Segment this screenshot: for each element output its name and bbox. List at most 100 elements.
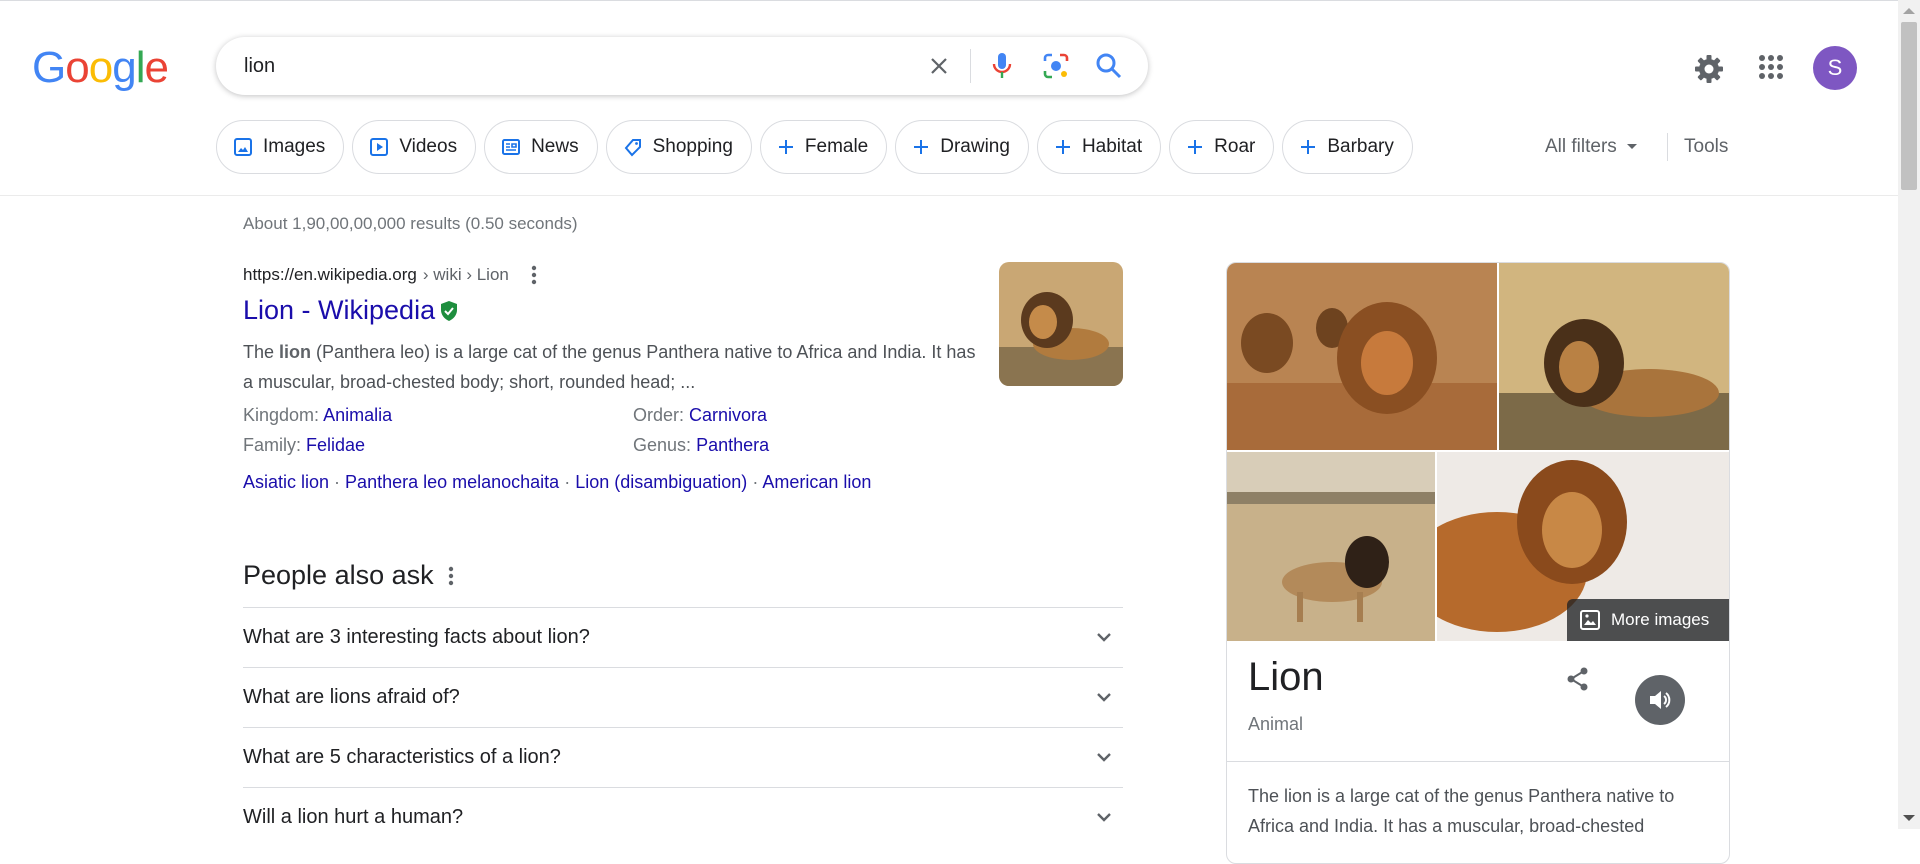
- plus-icon: [1054, 138, 1072, 156]
- search-icon[interactable]: [1094, 51, 1124, 81]
- result-title-link[interactable]: Lion - Wikipedia: [243, 295, 459, 326]
- apps-grid-icon[interactable]: [1757, 53, 1785, 81]
- chip-female[interactable]: Female: [759, 120, 888, 174]
- chip-label: Female: [804, 136, 869, 157]
- kp-description: The lion is a large cat of the genus Pan…: [1248, 786, 1675, 836]
- attribute-order: Order: Carnivora: [633, 405, 767, 426]
- paa-question-row[interactable]: Will a lion hurt a human?: [243, 787, 1123, 847]
- chip-videos[interactable]: Videos: [352, 120, 477, 174]
- plus-icon: [1186, 138, 1204, 156]
- chevron-down-icon[interactable]: [1095, 806, 1113, 829]
- scroll-down-arrow-icon[interactable]: [1903, 815, 1915, 821]
- result-snippet: The lion (Panthera leo) is a large cat o…: [243, 337, 983, 397]
- paa-question-text: Will a lion hurt a human?: [243, 806, 464, 828]
- chevron-down-icon[interactable]: [1095, 686, 1113, 709]
- search-box[interactable]: lion: [216, 37, 1148, 95]
- result-sublinks: Asiatic lion · Panthera leo melanochaita…: [243, 472, 871, 493]
- sublink[interactable]: American lion: [762, 472, 871, 492]
- chip-label: Drawing: [940, 136, 1010, 157]
- scroll-up-arrow-icon[interactable]: [1903, 8, 1915, 14]
- audio-speaker-button[interactable]: [1635, 675, 1685, 725]
- verified-shield-icon: [441, 300, 458, 321]
- page-scrollbar[interactable]: [1898, 0, 1920, 829]
- paa-question-text: What are 3 interesting facts about lion?: [243, 626, 590, 648]
- camera-lens-icon[interactable]: [1041, 51, 1071, 81]
- google-logo[interactable]: Google: [32, 43, 169, 92]
- result-thumbnail-lion[interactable]: [999, 262, 1123, 386]
- logo-letter: G: [32, 43, 66, 92]
- attribute-link[interactable]: Panthera: [696, 435, 769, 455]
- chip-drawing[interactable]: Drawing: [895, 120, 1029, 174]
- chip-images[interactable]: Images: [216, 120, 345, 174]
- more-images-button[interactable]: More images: [1567, 599, 1729, 641]
- more-options-icon[interactable]: [448, 566, 454, 586]
- share-icon[interactable]: [1564, 665, 1592, 698]
- sublink-separator: ·: [559, 472, 576, 492]
- kp-image-lion-savanna[interactable]: [1227, 452, 1435, 641]
- image-icon: [1580, 610, 1600, 630]
- paa-question-row[interactable]: What are 5 characteristics of a lion?: [243, 727, 1123, 787]
- attribute-family: Family: Felidae: [243, 435, 365, 456]
- attribute-label: Kingdom:: [243, 405, 320, 425]
- chip-label: Habitat: [1081, 136, 1143, 157]
- image-icon: [233, 137, 253, 157]
- result-title: Lion - Wikipedia: [243, 295, 436, 325]
- attribute-link[interactable]: Animalia: [323, 405, 392, 425]
- search-input[interactable]: lion: [244, 55, 275, 78]
- snippet-text: The: [243, 342, 280, 362]
- speaker-icon: [1650, 691, 1671, 709]
- result-cite[interactable]: https://en.wikipedia.org › wiki › Lion: [243, 265, 537, 285]
- chip-label: Shopping: [652, 136, 733, 157]
- more-images-label: More images: [1611, 610, 1710, 629]
- sublink[interactable]: Panthera leo melanochaita: [345, 472, 559, 492]
- filters-divider: [1667, 133, 1668, 161]
- knowledge-panel: More images Lion Animal The lion is a la…: [1226, 262, 1730, 864]
- logo-letter: l: [135, 43, 146, 92]
- chip-habitat[interactable]: Habitat: [1036, 120, 1162, 174]
- sublink-separator: ·: [329, 472, 346, 492]
- attribute-link[interactable]: Carnivora: [689, 405, 767, 425]
- account-avatar[interactable]: S: [1813, 46, 1857, 90]
- all-filters-button[interactable]: All filters: [1545, 136, 1639, 158]
- dropdown-caret-icon: [1626, 144, 1637, 149]
- all-filters-label: All filters: [1545, 136, 1617, 157]
- result-site: https://en.wikipedia.org: [243, 265, 417, 284]
- chevron-down-icon[interactable]: [1095, 626, 1113, 649]
- chip-roar[interactable]: Roar: [1169, 120, 1275, 174]
- kp-image-lions-running[interactable]: [1227, 263, 1497, 450]
- tools-button[interactable]: Tools: [1684, 136, 1728, 158]
- chip-label: Images: [263, 136, 326, 157]
- chevron-down-icon[interactable]: [1095, 746, 1113, 769]
- paa-question-text: What are lions afraid of?: [243, 686, 460, 708]
- clear-icon[interactable]: [924, 51, 954, 81]
- scroll-thumb[interactable]: [1901, 22, 1917, 190]
- more-options-icon[interactable]: [531, 265, 537, 285]
- kp-image-lion-lying[interactable]: [1499, 263, 1729, 450]
- snippet-highlight: lion: [279, 342, 312, 362]
- result-path: › wiki › Lion: [422, 265, 509, 284]
- microphone-icon[interactable]: [987, 51, 1017, 81]
- search-divider: [970, 49, 971, 83]
- logo-letter: e: [144, 43, 169, 92]
- chip-shopping[interactable]: Shopping: [605, 120, 752, 174]
- chip-news[interactable]: News: [484, 120, 598, 174]
- sublink[interactable]: Lion (disambiguation): [575, 472, 747, 492]
- paa-question-row[interactable]: What are 3 interesting facts about lion?: [243, 607, 1123, 667]
- chip-label: News: [531, 136, 579, 157]
- paa-question-text: What are 5 characteristics of a lion?: [243, 746, 561, 768]
- logo-letter: o: [65, 43, 90, 92]
- kp-subtitle: Animal: [1248, 714, 1304, 734]
- settings-gear-icon[interactable]: [1692, 52, 1726, 86]
- paa-question-row[interactable]: What are lions afraid of?: [243, 667, 1123, 727]
- kp-divider: [1227, 761, 1729, 762]
- attribute-label: Order:: [633, 405, 685, 425]
- header-divider: [0, 195, 1898, 196]
- chip-label: Videos: [399, 136, 458, 157]
- attribute-link[interactable]: Felidae: [306, 435, 365, 455]
- sublink[interactable]: Asiatic lion: [243, 472, 329, 492]
- logo-letter: g: [112, 43, 137, 92]
- result-stats: About 1,90,00,00,000 results (0.50 secon…: [243, 214, 578, 233]
- tag-icon: [623, 137, 643, 157]
- chip-barbary[interactable]: Barbary: [1282, 120, 1413, 174]
- snippet-text: (Panthera leo) is a large cat of the gen…: [243, 342, 976, 392]
